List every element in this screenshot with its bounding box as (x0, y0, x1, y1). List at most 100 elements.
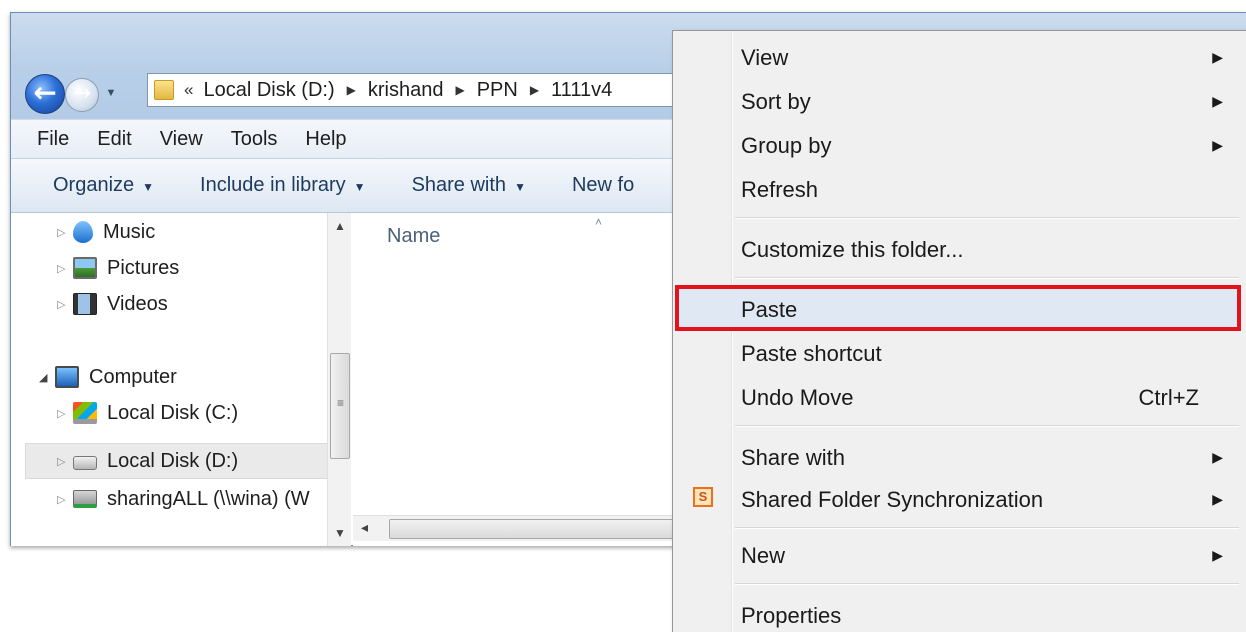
menu-item-label: Group by (741, 133, 832, 158)
expand-arrow-icon[interactable]: ▷ (57, 298, 73, 311)
expand-arrow-icon[interactable]: ▷ (57, 407, 73, 420)
nav-item-local-disk-d[interactable]: ▷ Local Disk (D:) (57, 444, 238, 478)
expand-arrow-icon[interactable]: ▷ (57, 262, 73, 275)
menu-item-customize-folder[interactable]: Customize this folder... (673, 229, 1246, 269)
navigation-pane: ▷ Music ▷ Pictures ▷ Videos ◢ Computer ▷… (11, 213, 351, 546)
keyboard-shortcut: Ctrl+Z (1138, 385, 1200, 410)
scroll-down-icon[interactable]: ▼ (334, 526, 346, 540)
menu-item-label: Paste (741, 297, 798, 322)
nav-item-local-disk-c[interactable]: ▷ Local Disk (C:) (57, 396, 238, 430)
menu-item-paste-shortcut[interactable]: Paste shortcut (673, 333, 1246, 373)
submenu-arrow-icon: ▶ (1212, 547, 1223, 563)
nav-item-label: Computer (89, 365, 177, 388)
breadcrumb-krishand[interactable]: krishand (368, 79, 444, 102)
menu-item-share-with[interactable]: Share with ▶ (673, 437, 1246, 477)
nav-item-network-share[interactable]: ▷ sharingALL (\\wina) (W (57, 482, 310, 516)
menu-item-new[interactable]: New ▶ (673, 535, 1246, 575)
expand-arrow-icon[interactable]: ▷ (57, 226, 73, 239)
menu-file[interactable]: File (37, 128, 69, 151)
expand-arrow-icon[interactable]: ▷ (57, 493, 73, 506)
menu-item-label: View (741, 45, 789, 70)
recent-pages-icon[interactable]: ▼ (103, 83, 119, 103)
submenu-arrow-icon: ▶ (1212, 449, 1223, 465)
new-folder-button[interactable]: New fo (572, 174, 634, 197)
menu-item-label: Paste shortcut (741, 341, 882, 366)
breadcrumb-arrow-icon[interactable]: ▶ (347, 83, 356, 97)
nav-item-computer[interactable]: ◢ Computer (39, 360, 177, 394)
nav-item-label: sharingALL (\\wina) (W (107, 487, 310, 510)
windows-disk-icon (73, 402, 97, 424)
menu-item-label: New (741, 543, 786, 568)
column-header-name[interactable]: Name (387, 225, 440, 248)
nav-item-label: Pictures (107, 256, 180, 279)
menu-edit[interactable]: Edit (97, 128, 131, 151)
menu-separator (735, 277, 1239, 279)
menu-separator (735, 583, 1239, 585)
breadcrumb-arrow-icon[interactable]: ▶ (530, 83, 539, 97)
menu-item-label: Share with (741, 445, 845, 470)
back-button[interactable]: ← (25, 74, 65, 114)
menu-separator (735, 527, 1239, 529)
menu-separator (735, 425, 1239, 427)
menu-item-group-by[interactable]: Group by ▶ (673, 125, 1246, 165)
videos-icon (73, 293, 97, 315)
menu-view[interactable]: View (160, 128, 203, 151)
context-menu: View ▶ Sort by ▶ Group by ▶ Refresh Cust… (672, 30, 1246, 632)
breadcrumb-ppn[interactable]: PPN (477, 79, 518, 102)
address-bar[interactable]: « Local Disk (D:) ▶ krishand ▶ PPN ▶ 111… (147, 73, 707, 107)
chevron-down-icon: ▼ (514, 180, 526, 194)
breadcrumb-1111v4[interactable]: 1111v4 (551, 79, 612, 102)
menu-tools[interactable]: Tools (231, 128, 278, 151)
collapse-arrow-icon[interactable]: ◢ (39, 371, 55, 384)
sort-ascending-icon: ˄ (595, 215, 603, 229)
nav-item-videos[interactable]: ▷ Videos (57, 287, 168, 321)
scroll-thumb[interactable]: ≡ (330, 353, 350, 459)
drive-icon (73, 456, 97, 470)
menu-item-label: Refresh (741, 177, 819, 202)
submenu-arrow-icon: ▶ (1212, 93, 1223, 109)
nav-item-label: Local Disk (D:) (107, 449, 239, 472)
overflow-chevron-icon[interactable]: « (184, 80, 193, 100)
menu-item-sort-by[interactable]: Sort by ▶ (673, 81, 1246, 121)
menu-item-paste[interactable]: Paste (673, 289, 1246, 329)
share-with-button[interactable]: Share with ▼ (412, 174, 526, 197)
nav-item-music[interactable]: ▷ Music (57, 215, 155, 249)
menu-item-label: Properties (741, 603, 842, 628)
computer-icon (55, 366, 79, 388)
menu-item-undo-move[interactable]: Undo Move Ctrl+Z (673, 377, 1246, 417)
menu-item-label: Sort by (741, 89, 811, 114)
menu-item-properties[interactable]: Properties (673, 595, 1246, 632)
menu-item-label: Undo Move (741, 385, 854, 410)
submenu-arrow-icon: ▶ (1212, 491, 1223, 507)
menu-item-label: Customize this folder... (741, 237, 964, 262)
grip-icon: ≡ (337, 396, 345, 410)
scroll-left-icon[interactable]: ◂ (361, 519, 368, 536)
breadcrumb-arrow-icon[interactable]: ▶ (455, 83, 464, 97)
organize-button[interactable]: Organize ▼ (53, 174, 154, 197)
menu-item-view[interactable]: View ▶ (673, 37, 1246, 77)
forward-button[interactable]: → (65, 78, 99, 112)
menu-help[interactable]: Help (305, 128, 346, 151)
submenu-arrow-icon: ▶ (1212, 49, 1223, 65)
breadcrumb-local-disk-d[interactable]: Local Disk (D:) (203, 79, 334, 102)
menu-separator (735, 217, 1239, 219)
menu-item-shared-folder-sync[interactable]: Shared Folder Synchronization ▶ (673, 479, 1246, 519)
network-drive-icon (73, 490, 97, 508)
menu-item-label: Shared Folder Synchronization (741, 487, 1044, 512)
nav-vertical-scrollbar[interactable]: ▲ ≡ ▼ (327, 213, 351, 546)
nav-item-label: Local Disk (C:) (107, 401, 239, 424)
submenu-arrow-icon: ▶ (1212, 137, 1223, 153)
chevron-down-icon: ▼ (142, 180, 155, 194)
nav-item-pictures[interactable]: ▷ Pictures (57, 251, 179, 285)
nav-item-label: Videos (107, 292, 168, 315)
folder-icon (154, 80, 174, 100)
pictures-icon (73, 257, 97, 279)
include-in-library-button[interactable]: Include in library ▼ (200, 174, 366, 197)
chevron-down-icon: ▼ (353, 180, 366, 194)
scroll-up-icon[interactable]: ▲ (334, 219, 346, 233)
music-icon (73, 221, 93, 243)
nav-item-label: Music (103, 220, 156, 243)
expand-arrow-icon[interactable]: ▷ (57, 455, 73, 468)
menu-item-refresh[interactable]: Refresh (673, 169, 1246, 209)
scroll-thumb[interactable] (389, 519, 679, 539)
